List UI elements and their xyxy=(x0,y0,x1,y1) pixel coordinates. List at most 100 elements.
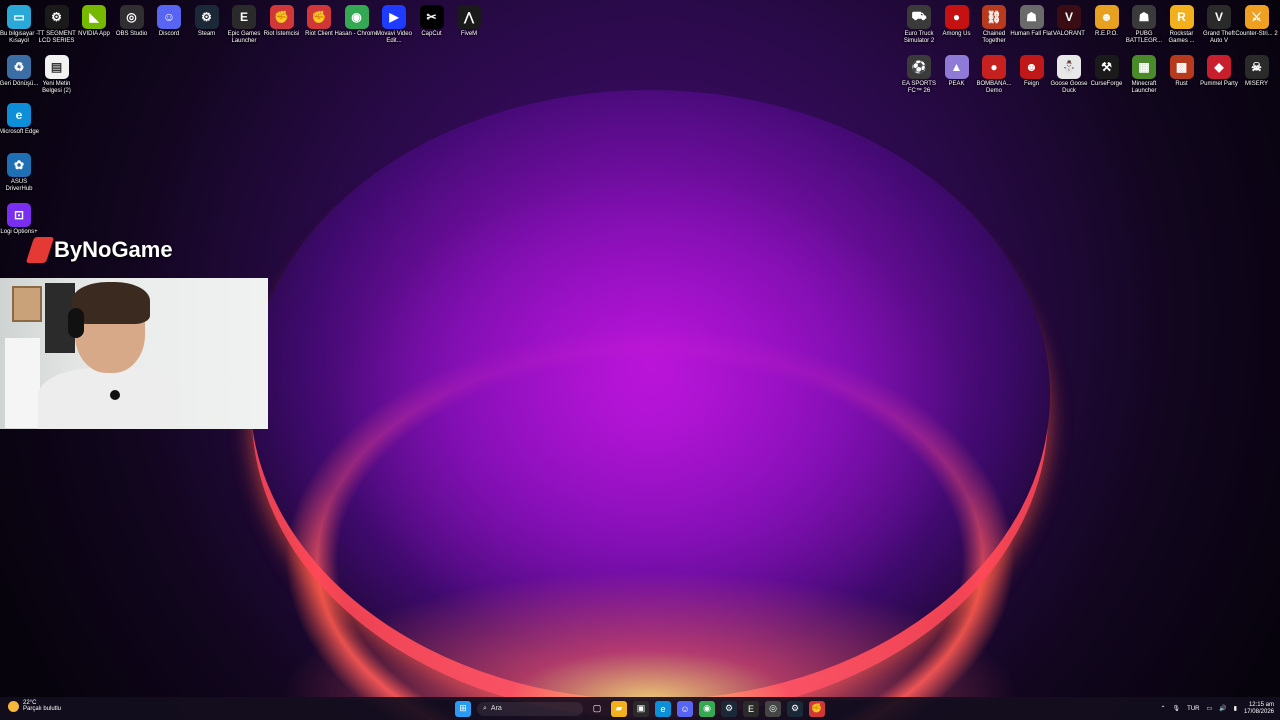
desktop-icon-label: Counter-Stri... 2 xyxy=(1235,31,1278,37)
desktop-icon[interactable]: ◆ Pummel Party xyxy=(1200,55,1238,88)
desktop-icon[interactable]: R Rockstar Games ... xyxy=(1163,5,1201,45)
app-icon: ▶ xyxy=(382,5,406,29)
desktop-icon[interactable]: ● BOMBANA... Demo xyxy=(975,55,1013,95)
app-icon: ✿ xyxy=(7,153,31,177)
desktop-icon[interactable]: ☺ Discord xyxy=(150,5,188,38)
desktop-icon[interactable]: ▭ Bu bilgisayar - Kısayol xyxy=(0,5,38,45)
desktop-icon[interactable]: ⚽ EA SPORTS FC™ 26 xyxy=(900,55,938,95)
search-icon: ⌕ xyxy=(483,704,487,712)
clock[interactable]: 12:15 am 17/08/2026 xyxy=(1244,702,1274,716)
desktop-icon[interactable]: e Microsoft Edge xyxy=(0,103,40,136)
desktop-icon[interactable]: ▦ Minecraft Launcher xyxy=(1125,55,1163,95)
taskbar-pinned: ⊞ ⌕ Ara ▢ ▰ ▣ e ☺ ◉ ⚙ E ◎ ⚙ ✊ xyxy=(455,699,825,718)
desktop-icon[interactable]: ▲ PEAK xyxy=(938,55,976,88)
desktop-icon[interactable]: ⛓ Chained Together xyxy=(975,5,1013,45)
desktop-icon[interactable]: ✊ Riot Client xyxy=(300,5,338,38)
app-icon: ⚙ xyxy=(44,5,69,29)
chevron-up-icon[interactable]: ⌃ xyxy=(1161,705,1166,712)
task-view-icon[interactable]: ▢ xyxy=(589,701,605,717)
clock-date: 17/08/2026 xyxy=(1243,708,1274,715)
desktop-icon[interactable]: V VALORANT xyxy=(1050,5,1088,38)
desktop-icon[interactable]: ▶ Movavi Video Edit... xyxy=(375,5,413,45)
steam-icon[interactable]: ⚙ xyxy=(721,700,737,717)
app-icon: ◆ xyxy=(1207,55,1231,79)
app-icon: ⚽ xyxy=(907,55,931,79)
desktop-icon[interactable]: ▩ Rust xyxy=(1163,55,1201,88)
desktop-icon[interactable]: ☗ Human Fall Flat xyxy=(1010,5,1053,38)
app-icon: ⚙ xyxy=(194,5,219,29)
app-icon: R xyxy=(1169,5,1194,29)
app-icon: ⚒ xyxy=(1094,55,1119,79)
desktop-icon[interactable]: ◣ NVIDIA App xyxy=(75,5,113,38)
desktop-icon[interactable]: ☗ PUBG BATTLEGR... xyxy=(1125,5,1163,45)
desktop-icon[interactable]: V Grand Theft Auto V xyxy=(1200,5,1238,45)
app-icon: ▦ xyxy=(1132,55,1156,79)
app-icon: ◉ xyxy=(344,5,369,29)
desktop-icon[interactable]: ▤ Yeni Metin Belgesi (2) xyxy=(38,55,76,95)
weather-widget[interactable]: 22°C Parçalı bulutlu xyxy=(8,700,61,712)
desktop-icon[interactable]: ⚙ TT SEGMENT LCD SERIES xyxy=(37,5,76,45)
mic-tray-icon[interactable]: 🎙 xyxy=(1173,705,1181,712)
app-icon: ⊡ xyxy=(7,203,31,227)
wallpaper-glow xyxy=(250,560,1050,700)
desktop-icon[interactable]: ◉ Hasan - Chrome xyxy=(335,5,379,38)
app-icon: ◎ xyxy=(119,5,144,29)
search-placeholder: Ara xyxy=(490,705,502,712)
app-icon: ☻ xyxy=(1094,5,1119,29)
app-icon: ▲ xyxy=(944,55,969,79)
system-tray: ⌃ 🎙 TUR ▭ 🔊 ▮ 12:15 am 17/08/2026 xyxy=(1161,699,1275,718)
background-shelf xyxy=(5,338,40,428)
chrome-2-icon[interactable]: ◎ xyxy=(765,700,781,717)
desktop-icon[interactable]: E Epic Games Launcher xyxy=(225,5,263,45)
weather-desc: Parçalı bulutlu xyxy=(23,706,62,712)
app-icon: ⛓ xyxy=(982,5,1006,29)
volume-icon[interactable]: 🔊 xyxy=(1219,705,1226,712)
app-icon: E xyxy=(232,5,256,29)
start-icon[interactable]: ⊞ xyxy=(455,700,471,717)
desktop-icon[interactable]: ⋀ FiveM xyxy=(450,5,488,38)
desktop-icon[interactable]: ☻ Feign xyxy=(1013,55,1051,88)
app-icon: ▩ xyxy=(1169,55,1194,79)
chrome-icon[interactable]: ◉ xyxy=(699,700,715,717)
app-icon: ☗ xyxy=(1019,5,1044,29)
steam-2-icon[interactable]: ⚙ xyxy=(787,700,803,717)
discord-icon[interactable]: ☺ xyxy=(677,700,693,717)
desktop-icon[interactable]: ☠ MISERY xyxy=(1238,55,1276,88)
language-indicator[interactable]: TUR xyxy=(1187,706,1199,712)
taskbar-search[interactable]: ⌕ Ara xyxy=(477,701,583,716)
desktop-icon[interactable]: ✿ ASUS DriverHub xyxy=(0,153,38,193)
desktop-icon[interactable]: ♻ Geri Dönüşü... xyxy=(0,55,38,88)
desktop-icon[interactable]: ⊡ Logi Options+ xyxy=(0,203,38,236)
app-icon: ▤ xyxy=(44,55,69,79)
desktop-icon[interactable]: ⚔ Counter-Stri... 2 xyxy=(1235,5,1278,38)
desktop-icon[interactable]: ⛟ Euro Truck Simulator 2 xyxy=(900,5,938,45)
sun-icon xyxy=(8,700,19,712)
desktop-icon[interactable]: ⚙ Steam xyxy=(188,5,226,38)
app-icon: ● xyxy=(944,5,969,29)
app-icon: ⛄ xyxy=(1057,55,1081,79)
desktop-icon[interactable]: ⚒ CurseForge xyxy=(1088,55,1126,88)
desktop-icon-label: Microsoft Edge xyxy=(0,129,40,135)
desktop-icon[interactable]: ☻ R.E.P.O. xyxy=(1088,5,1126,38)
desktop-icon[interactable]: ✂ CapCut xyxy=(413,5,451,38)
battery-icon[interactable]: ▮ xyxy=(1234,705,1237,712)
app-icon: ● xyxy=(982,55,1006,79)
app-icon: ▭ xyxy=(7,5,31,29)
epic-icon[interactable]: E xyxy=(743,700,759,717)
app-icon: e xyxy=(7,103,31,127)
desktop-icon[interactable]: ◎ OBS Studio xyxy=(113,5,151,38)
desktop-icon[interactable]: ✊ Riot İstemcisi xyxy=(263,5,301,38)
riot-icon[interactable]: ✊ xyxy=(809,700,825,717)
taskbar: 22°C Parçalı bulutlu ⊞ ⌕ Ara ▢ ▰ ▣ e ☺ ◉ ⚙ E ◎ ⚙ ✊ ⌃ … xyxy=(0,697,1280,720)
brand-text: ByNoGame xyxy=(54,237,173,262)
store-icon[interactable]: ▣ xyxy=(633,700,649,717)
edge-icon[interactable]: e xyxy=(655,700,671,717)
network-icon[interactable]: ▭ xyxy=(1207,705,1213,712)
app-icon: ☻ xyxy=(1019,55,1044,79)
desktop-icon-label: ASUS DriverHub xyxy=(5,179,33,192)
desktop-icon[interactable]: ● Among Us xyxy=(938,5,976,38)
desktop-icon[interactable]: ⛄ Goose Goose Duck xyxy=(1050,55,1088,95)
app-icon: ⛟ xyxy=(907,5,931,29)
file-explorer-icon[interactable]: ▰ xyxy=(611,700,627,717)
webcam-overlay xyxy=(0,278,268,429)
